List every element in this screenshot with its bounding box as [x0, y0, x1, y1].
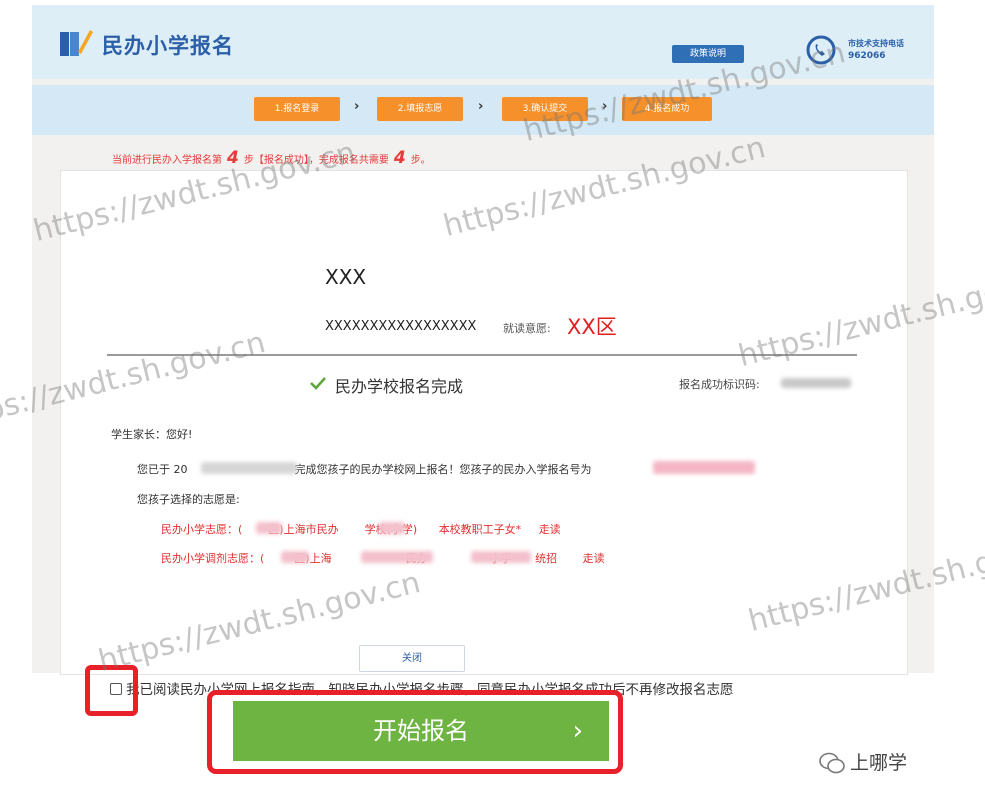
choice1-label: 民办小学志愿：(: [161, 523, 243, 536]
steps-bar: 1.报名登录 › 2.填报志愿 › 3.确认提交 › 4.报名成功: [32, 85, 934, 135]
logo-icon: [60, 30, 93, 56]
policy-button[interactable]: 政策说明: [672, 45, 744, 63]
phone-icon: [806, 35, 836, 65]
step-4: 4.报名成功: [622, 97, 712, 121]
district-value: XX区: [567, 315, 617, 339]
choice1-type: 本校教职工子女*: [438, 523, 522, 536]
highlight-start-button-box: [207, 690, 623, 774]
redacted-school: [379, 522, 405, 534]
phone-number: 962066: [848, 51, 886, 61]
redacted-number: [653, 461, 755, 474]
phone-label: 市技术支持电话: [848, 39, 904, 48]
redacted-date: [201, 462, 297, 474]
line1-prefix: 您已于 20: [137, 463, 188, 476]
step-arrow-icon: ›: [602, 99, 608, 114]
progress-suffix: 步。: [410, 155, 431, 166]
step-arrow-icon: ›: [478, 99, 484, 114]
progress-total-steps: 4: [393, 148, 406, 168]
success-code-label: 报名成功标识码:: [679, 378, 760, 391]
site-title: 民办小学报名: [102, 34, 234, 58]
line1-middle: 完成您孩子的民办学校网上报名！您孩子的民办入学报名号为: [294, 463, 592, 476]
student-name: XXX: [325, 265, 367, 289]
greeting: 学生家长：您好!: [111, 428, 193, 441]
choice-primary: 民办小学志愿：(区)上海市民办学校(小学) 本校教职工子女* 走读: [161, 521, 561, 537]
wechat-icon: [819, 752, 845, 774]
step-1: 1.报名登录: [254, 97, 340, 121]
close-button[interactable]: 关闭: [359, 645, 465, 672]
redacted-school-2: [361, 551, 433, 563]
progress-current-step: 4: [227, 148, 239, 168]
progress-text: 当前进行民办入学报名第 4 步【报名成功】，完成报名共需要 4 步。: [112, 148, 431, 168]
choice2-label: 民办小学调剂志愿：(: [161, 552, 265, 565]
brand-name: 上哪学: [850, 752, 908, 774]
step-3: 3.确认提交: [502, 97, 588, 121]
step-arrow-icon: ›: [354, 99, 360, 114]
choice2-type: 统招: [535, 552, 558, 565]
redacted-code: [781, 378, 851, 388]
divider: [107, 354, 857, 356]
district-label: 就读意愿:: [503, 322, 551, 335]
redacted-district-2: [281, 551, 309, 563]
page-frame: 民办小学报名 政策说明 市技术支持电话 962066 1.报名登录 › 2.填报…: [32, 5, 934, 675]
step-2: 2.填报志愿: [377, 97, 463, 121]
progress-middle: 步【报名成功】，完成报名共需要: [243, 155, 389, 166]
highlight-checkbox-box: [85, 665, 138, 716]
choice1-mode: 走读: [538, 523, 561, 536]
result-card: XXX XXXXXXXXXXXXXXXXX 就读意愿: XX区 民办学校报名完成…: [60, 170, 908, 675]
redacted-school-3: [471, 551, 531, 563]
site-header: 民办小学报名 政策说明 市技术支持电话 962066: [32, 5, 934, 79]
progress-prefix: 当前进行民办入学报名第: [112, 155, 222, 166]
choice2-mode: 走读: [582, 552, 605, 565]
letter-line-2: 您孩子选择的志愿是:: [137, 493, 240, 506]
check-icon: [310, 377, 326, 390]
student-id: XXXXXXXXXXXXXXXXX: [325, 319, 477, 334]
complete-title: 民办学校报名完成: [335, 377, 464, 396]
redacted-district: [256, 522, 282, 534]
